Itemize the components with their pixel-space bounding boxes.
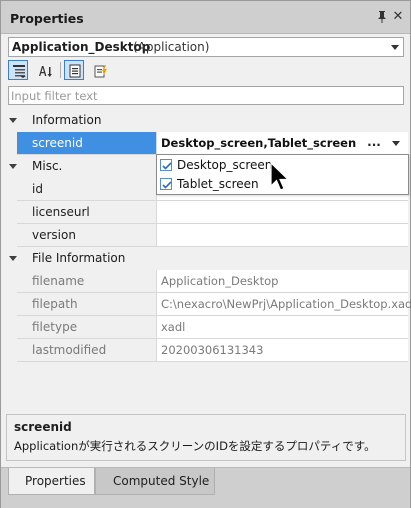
events-icon — [94, 65, 107, 78]
category-information[interactable]: Information — [5, 109, 408, 132]
property-row-lastmodified[interactable]: lastmodified 20200306131343 — [5, 339, 408, 362]
toolbar-separator — [60, 62, 61, 78]
tab-label: Computed Style — [113, 474, 210, 488]
property-row-screenid[interactable]: screenid Desktop_screen,Tablet_screen ..… — [5, 132, 408, 155]
category-label: File Information — [32, 251, 126, 265]
chevron-down-icon[interactable] — [391, 45, 399, 50]
property-name[interactable]: version — [17, 224, 156, 247]
object-type: (Application) — [133, 40, 210, 54]
description-text: Applicationが実行されるスクリーンのIDを設定するプロパティです。 — [14, 439, 376, 453]
property-name[interactable]: screenid — [17, 132, 156, 155]
property-value[interactable] — [156, 224, 408, 247]
properties-panel: Properties ✕ Application_Desktop (Applic… — [0, 0, 411, 508]
close-icon[interactable]: ✕ — [392, 10, 404, 24]
property-grid: Information screenid Desktop_screen,Tabl… — [5, 109, 411, 362]
property-row-filename[interactable]: filename Application_Desktop — [5, 270, 408, 293]
property-name[interactable]: lastmodified — [17, 339, 156, 362]
screenid-value: Desktop_screen,Tablet_screen — [161, 136, 357, 150]
filter-input[interactable] — [11, 88, 399, 103]
property-value[interactable]: Application_Desktop — [156, 270, 408, 293]
alphabetical-view-button[interactable] — [34, 60, 54, 80]
category-file-information[interactable]: File Information — [5, 247, 408, 270]
sort-alpha-icon — [39, 66, 52, 77]
panel-titlebar: Properties ✕ — [1, 1, 410, 34]
property-name[interactable]: filetype — [17, 316, 156, 339]
property-value[interactable]: C:\nexacro\NewPrj\Application_Desktop.xa… — [156, 293, 411, 316]
categorized-view-button[interactable] — [8, 60, 28, 80]
property-row-filetype[interactable]: filetype xadl — [5, 316, 408, 339]
collapse-icon[interactable] — [9, 164, 17, 169]
properties-view-button[interactable] — [64, 60, 84, 80]
tab-properties[interactable]: Properties — [8, 468, 95, 495]
property-name[interactable]: filename — [17, 270, 156, 293]
categorized-icon — [13, 65, 26, 78]
tab-computed-style[interactable]: Computed Style — [95, 468, 215, 495]
property-value[interactable]: xadl — [156, 316, 408, 339]
property-value[interactable]: 20200306131343 — [156, 339, 408, 362]
category-label: Information — [32, 113, 102, 127]
option-label: Desktop_screen — [177, 158, 273, 172]
checkbox-checked-icon[interactable] — [160, 159, 172, 171]
property-row-licenseurl[interactable]: licenseurl — [5, 201, 408, 224]
tab-label: Properties — [25, 474, 86, 488]
property-name[interactable]: id — [17, 178, 156, 201]
property-row-version[interactable]: version — [5, 224, 408, 247]
pin-icon[interactable] — [376, 10, 388, 24]
property-name[interactable]: licenseurl — [17, 201, 156, 224]
property-name[interactable]: filepath — [17, 293, 156, 316]
collapse-icon[interactable] — [9, 118, 17, 123]
properties-icon — [69, 64, 81, 78]
property-value[interactable] — [156, 201, 408, 224]
object-name: Application_Desktop — [12, 40, 151, 54]
dropdown-arrow-icon[interactable] — [387, 135, 405, 152]
dropdown-option-desktop[interactable]: Desktop_screen — [159, 156, 359, 174]
checkbox-checked-icon[interactable] — [160, 178, 172, 190]
category-label: Misc. — [32, 159, 63, 173]
description-title: screenid — [14, 420, 72, 434]
property-row-filepath[interactable]: filepath C:\nexacro\NewPrj\Application_D… — [5, 293, 411, 316]
description-panel: screenid Applicationが実行されるスクリーンのIDを設定するプ… — [6, 414, 406, 461]
ellipsis-button[interactable]: ... — [365, 135, 383, 152]
events-view-button[interactable] — [90, 60, 110, 80]
dropdown-option-tablet[interactable]: Tablet_screen — [159, 175, 359, 193]
bottom-tabs: Properties Computed Style — [1, 467, 410, 508]
option-label: Tablet_screen — [177, 177, 259, 191]
filter-box[interactable] — [8, 86, 404, 105]
object-selector[interactable]: Application_Desktop (Application) — [8, 37, 404, 57]
collapse-icon[interactable] — [9, 256, 17, 261]
mouse-cursor-icon — [270, 162, 290, 191]
panel-title: Properties — [10, 11, 84, 26]
properties-toolbar — [8, 60, 404, 80]
